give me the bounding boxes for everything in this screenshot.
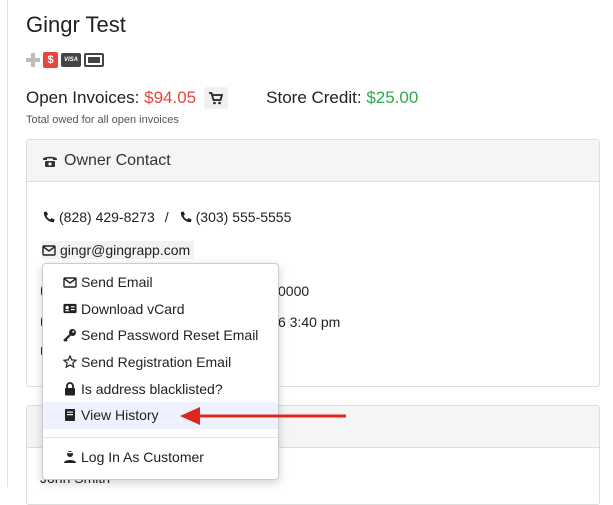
id-card-icon — [63, 303, 77, 314]
visa-icon[interactable]: VISA — [61, 53, 81, 67]
phone-separator: / — [164, 209, 169, 225]
store-credit-amount: $25.00 — [366, 88, 419, 107]
plus-icon[interactable] — [26, 53, 40, 67]
billing-summary: Open Invoices: $94.05 Store Credit: $25.… — [26, 87, 418, 109]
cart-icon — [209, 91, 224, 104]
phone-2[interactable]: (303) 555-5555 — [196, 209, 292, 225]
menu-item-label: Send Registration Email — [81, 354, 232, 371]
annotation-arrow — [180, 407, 350, 427]
menu-item-registration-email[interactable]: Send Registration Email — [43, 349, 278, 376]
menu-item-label: Log In As Customer — [81, 448, 204, 465]
menu-divider — [43, 436, 278, 438]
envelope-icon — [63, 277, 77, 288]
menu-item-send-email[interactable]: Send Email — [43, 269, 278, 296]
menu-item-label: Download vCard — [81, 300, 185, 317]
left-border — [7, 0, 8, 487]
open-invoices-amount[interactable]: $94.05 — [144, 88, 196, 108]
owed-note: Total owed for all open invoices — [26, 114, 179, 126]
envelope-icon — [42, 244, 56, 256]
owner-contact-title: Owner Contact — [64, 151, 171, 169]
owner-contact-header: Owner Contact — [27, 140, 599, 182]
menu-item-label: View History — [81, 407, 159, 424]
dollar-icon[interactable]: $ — [43, 52, 58, 68]
menu-item-label: Is address blacklisted? — [81, 380, 223, 397]
star-icon — [63, 355, 77, 369]
phone-icon — [180, 211, 192, 222]
customer-name: Gingr Test — [26, 12, 126, 37]
obscured-value-1: 0000 — [278, 283, 310, 299]
menu-item-password-reset[interactable]: Send Password Reset Email — [43, 322, 278, 349]
key-icon — [63, 328, 77, 343]
telephone-icon — [42, 154, 58, 168]
menu-item-login-as-customer[interactable]: Log In As Customer — [43, 444, 278, 471]
menu-item-download-vcard[interactable]: Download vCard — [43, 296, 278, 323]
phone-icon — [43, 211, 55, 222]
phone-1[interactable]: (828) 429-8273 — [59, 209, 155, 225]
obscured-value-2: 6 3:40 pm — [278, 314, 341, 330]
customer-badges: $ VISA — [26, 52, 104, 68]
menu-item-label: Send Password Reset Email — [81, 327, 259, 344]
menu-item-label: Send Email — [81, 274, 153, 291]
email-row[interactable]: gingr@gingrapp.com — [42, 241, 195, 259]
book-icon — [63, 408, 77, 422]
email-address[interactable]: gingr@gingrapp.com — [60, 242, 190, 258]
open-invoices-label: Open Invoices: — [26, 88, 140, 107]
phone-row: (828) 429-8273 / (303) 555-5555 — [42, 209, 291, 225]
email-context-menu: Send Email Download vCard Send Password … — [42, 263, 279, 480]
lock-icon — [63, 381, 77, 396]
cart-button[interactable] — [204, 87, 229, 109]
store-credit-label: Store Credit: — [266, 88, 362, 107]
card-icon[interactable] — [84, 53, 104, 67]
menu-item-blacklist-check[interactable]: Is address blacklisted? — [43, 375, 278, 402]
user-icon — [63, 450, 77, 464]
